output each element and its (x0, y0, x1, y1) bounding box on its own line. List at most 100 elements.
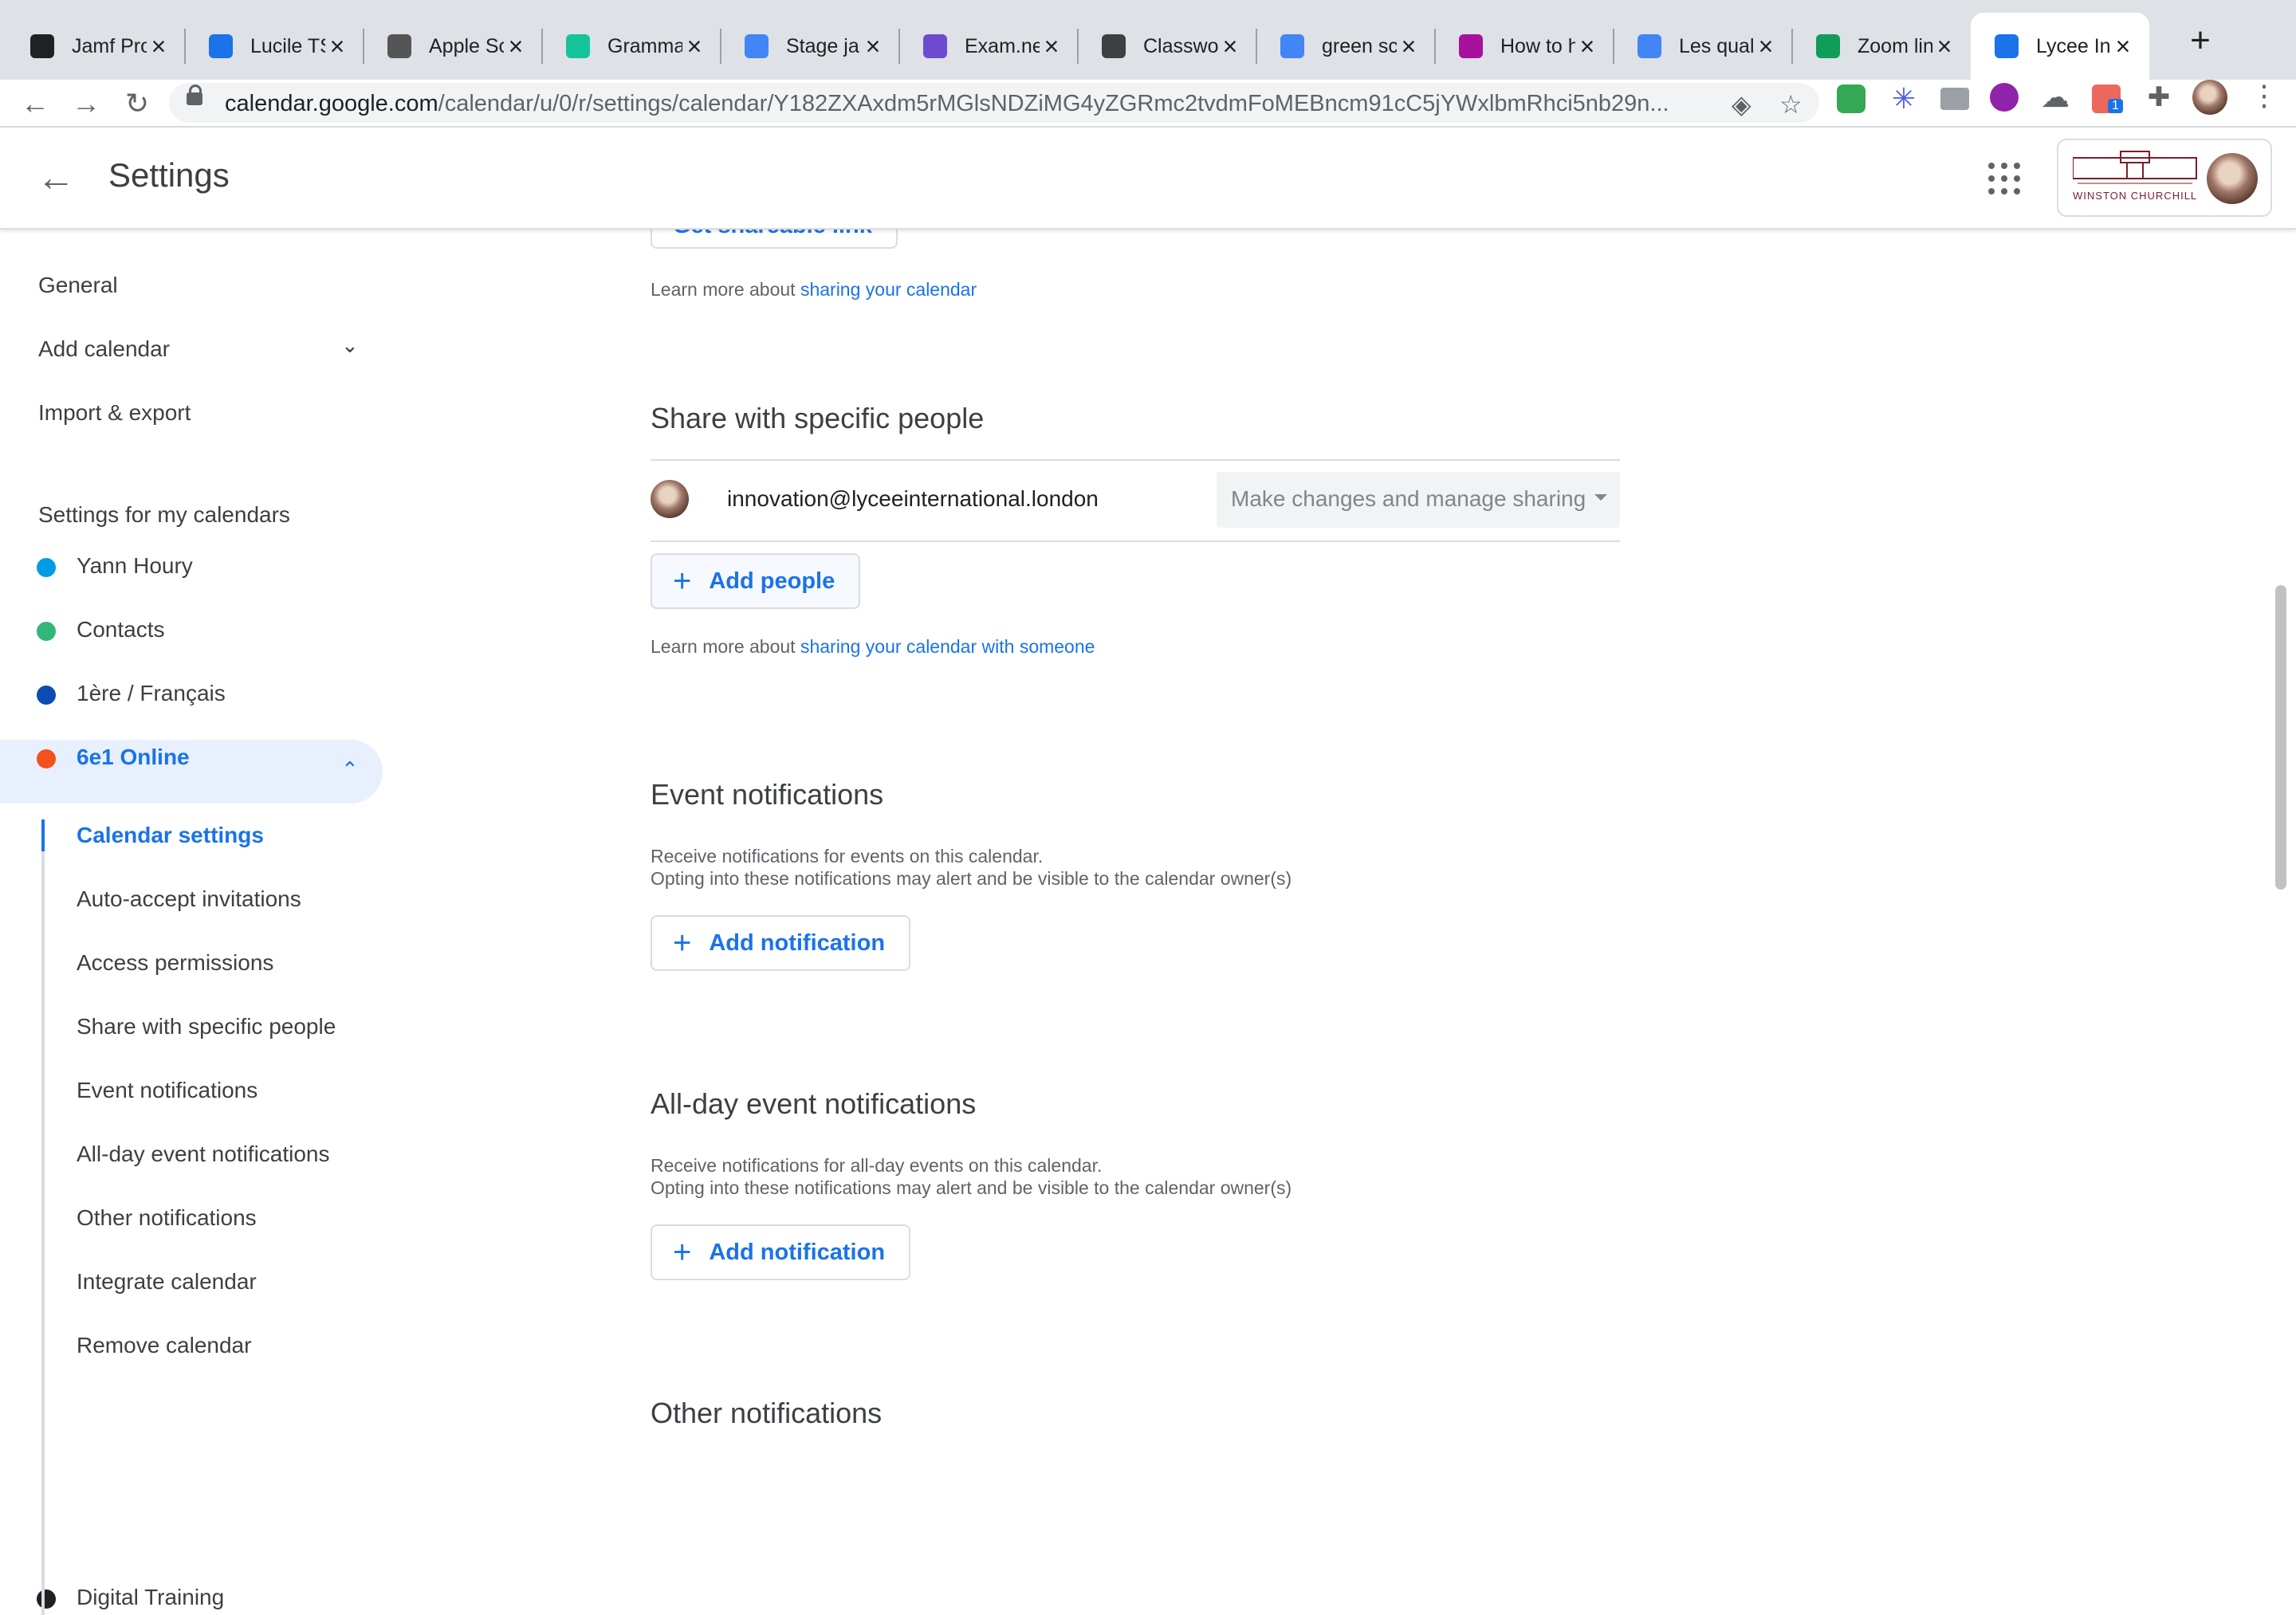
sharing-with-someone-link[interactable]: sharing your calendar with someone (800, 636, 1095, 657)
sidebar-calendar-item[interactable]: Contacts (77, 617, 165, 642)
sidebar-calendar-item[interactable]: 6e1 Online (77, 745, 190, 770)
add-all-day-notification-button[interactable]: + Add notification (651, 1224, 911, 1280)
extensions-puzzle-icon[interactable]: ✚ (2145, 83, 2173, 112)
close-tab-icon[interactable]: × (1397, 32, 1421, 61)
sidebar-sub-item[interactable]: All-day event notifications (77, 1142, 330, 1167)
browser-tab[interactable]: Classwo × (1078, 13, 1256, 80)
sidebar-sub-item[interactable]: Share with specific people (77, 1014, 336, 1039)
bookmark-star-icon[interactable]: ☆ (1779, 89, 1803, 120)
calendar-settings-content: Get shareable link Learn more about shar… (399, 228, 2280, 1435)
sidebar-sub-item[interactable]: Calendar settings (77, 823, 264, 848)
get-shareable-link-button[interactable]: Get shareable link (651, 228, 898, 249)
tab-title: Jamf Pro (72, 34, 147, 57)
snowflake-extension-icon[interactable]: ✳ (1889, 84, 1918, 113)
page-scrollbar[interactable] (2275, 585, 2286, 890)
browser-tab[interactable]: How to h × (1435, 13, 1614, 80)
shared-person-row: innovation@lyceeinternational.london Mak… (651, 459, 1620, 542)
apple-icon (387, 34, 411, 58)
add-notification-label: Add notification (709, 1239, 886, 1265)
browser-tab[interactable]: Jamf Pro × (6, 13, 185, 80)
google-apps-icon[interactable] (1988, 163, 2020, 195)
page-title: Settings (108, 156, 230, 194)
mote-extension-icon[interactable] (1990, 83, 2019, 112)
browser-tab[interactable]: Gramma × (542, 13, 721, 80)
event-notifications-line1: Receive notifications for events on this… (651, 846, 1044, 866)
sidebar-calendar-item[interactable]: Digital Training (77, 1585, 224, 1610)
browser-menu-icon[interactable]: ⋮ (2250, 80, 2278, 112)
browser-tab[interactable]: Les qual × (1614, 13, 1792, 80)
close-tab-icon[interactable]: × (147, 32, 171, 61)
account-avatar[interactable] (2207, 153, 2258, 204)
close-tab-icon[interactable]: × (1218, 32, 1242, 61)
sidebar-item-add-calendar[interactable]: Add calendar (38, 336, 170, 362)
new-tab-button[interactable]: + (2176, 21, 2224, 61)
sidebar-sub-item[interactable]: Event notifications (77, 1078, 258, 1103)
close-tab-icon[interactable]: × (1932, 32, 1956, 61)
close-tab-icon[interactable]: × (1040, 32, 1063, 61)
share-with-specific-people-heading: Share with specific people (651, 402, 985, 434)
sidebar-calendar-item[interactable]: Yann Houry (77, 553, 193, 579)
close-tab-icon[interactable]: × (1575, 32, 1599, 61)
back-icon[interactable]: ← (18, 86, 53, 121)
organization-name: WINSTON CHURCHILL (2073, 190, 2198, 202)
browser-tab[interactable]: Stage ja × (721, 13, 899, 80)
tab-title: Classwo (1143, 34, 1218, 57)
url-text[interactable]: calendar.google.com/calendar/u/0/r/setti… (225, 91, 1724, 117)
sharing-your-calendar-link[interactable]: sharing your calendar (800, 279, 977, 300)
forward-icon[interactable]: → (69, 86, 104, 121)
exam-icon (923, 34, 947, 58)
tab-title: Les qual (1679, 34, 1754, 57)
selected-calendar-highlight (0, 740, 383, 804)
account-switcher[interactable]: WINSTON CHURCHILL (2057, 139, 2272, 217)
close-tab-icon[interactable]: × (682, 32, 706, 61)
back-arrow-icon[interactable]: ← (37, 156, 75, 200)
profile-avatar[interactable] (2192, 80, 2227, 115)
chevron-up-icon[interactable]: ⌃ (341, 757, 359, 782)
event-notifications-line2: Opting into these notifications may aler… (651, 868, 1292, 889)
screen-extension-icon[interactable] (1940, 88, 1969, 110)
browser-tab[interactable]: Exam.ne × (899, 13, 1078, 80)
tab-title: Lycee In (2036, 34, 2111, 57)
google-sheets-icon (1816, 34, 1840, 58)
calendar-color-dot (37, 1589, 56, 1609)
browser-tab[interactable]: Lycee In × (1971, 13, 2149, 80)
sidebar-sub-item[interactable]: Access permissions (77, 950, 273, 976)
browser-tab[interactable]: Lucile TS × (185, 13, 364, 80)
sub-items-line (41, 821, 45, 1615)
sidebar-calendar-item[interactable]: 1ère / Français (77, 681, 226, 706)
sidebar-sub-item[interactable]: Other notifications (77, 1205, 257, 1231)
calendar-color-dot (37, 749, 56, 768)
tab-title: Exam.ne (965, 34, 1040, 57)
cloud-extension-icon[interactable]: ☁ (2041, 83, 2070, 112)
eye-slash-icon[interactable]: ◈ (1732, 89, 1751, 120)
event-notifications-heading: Event notifications (651, 778, 884, 811)
add-event-notification-button[interactable]: + Add notification (651, 915, 911, 971)
sidebar-item-import-export[interactable]: Import & export (38, 400, 191, 426)
add-people-button[interactable]: + Add people (651, 553, 861, 609)
extension-badge: 1 (2108, 99, 2123, 113)
close-tab-icon[interactable]: × (1754, 32, 1778, 61)
close-tab-icon[interactable]: × (2111, 32, 2135, 61)
browser-tab[interactable]: Apple Sc × (364, 13, 542, 80)
close-tab-icon[interactable]: × (861, 32, 885, 61)
close-tab-icon[interactable]: × (325, 32, 349, 61)
address-bar[interactable]: calendar.google.com/calendar/u/0/r/setti… (169, 83, 1819, 123)
google-docs-icon (1637, 34, 1661, 58)
sidebar-sub-item[interactable]: Auto-accept invitations (77, 886, 301, 912)
chevron-down-icon[interactable]: ⌄ (341, 333, 359, 358)
permission-select[interactable]: Make changes and manage sharing (1217, 472, 1620, 528)
sidebar-item-general[interactable]: General (38, 273, 118, 298)
browser-tab[interactable]: Zoom lin × (1792, 13, 1971, 80)
reload-icon[interactable]: ↻ (120, 86, 155, 121)
lock-icon[interactable] (187, 84, 202, 105)
sidebar-sub-item[interactable]: Integrate calendar (77, 1269, 257, 1295)
badge-extension-icon[interactable]: 1 (2092, 84, 2123, 113)
google-calendar-icon (1995, 34, 2019, 58)
settings-sidebar: General Add calendar ⌄ Import & export S… (0, 228, 399, 1615)
sidebar-sub-item[interactable]: Remove calendar (77, 1333, 251, 1358)
google-icon (1280, 34, 1304, 58)
browser-tab[interactable]: green sc × (1256, 13, 1435, 80)
classroom-extension-icon[interactable] (1837, 84, 1866, 113)
close-tab-icon[interactable]: × (504, 32, 528, 61)
vimeo-icon (1459, 34, 1483, 58)
